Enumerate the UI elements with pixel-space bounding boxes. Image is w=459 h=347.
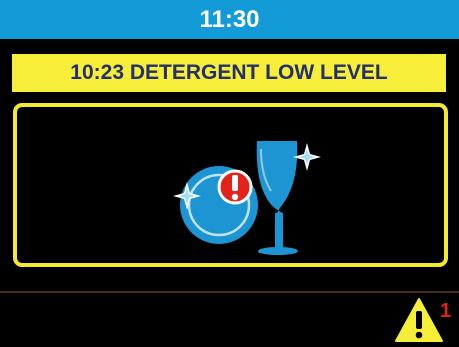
alarm-message: 10:23 DETERGENT LOW LEVEL <box>70 61 388 84</box>
dishes-alert-icon <box>173 141 321 255</box>
alarm-panel[interactable] <box>13 103 448 267</box>
warning-triangle-icon <box>395 298 443 342</box>
clock-bar: 11:30 <box>0 0 459 39</box>
status-divider <box>0 291 459 293</box>
alarm-banner[interactable]: 10:23 DETERGENT LOW LEVEL <box>12 54 446 92</box>
warning-indicator[interactable]: 1 <box>394 297 456 343</box>
clock-time: 11:30 <box>199 5 260 33</box>
warning-count-badge: 1 <box>440 300 452 322</box>
